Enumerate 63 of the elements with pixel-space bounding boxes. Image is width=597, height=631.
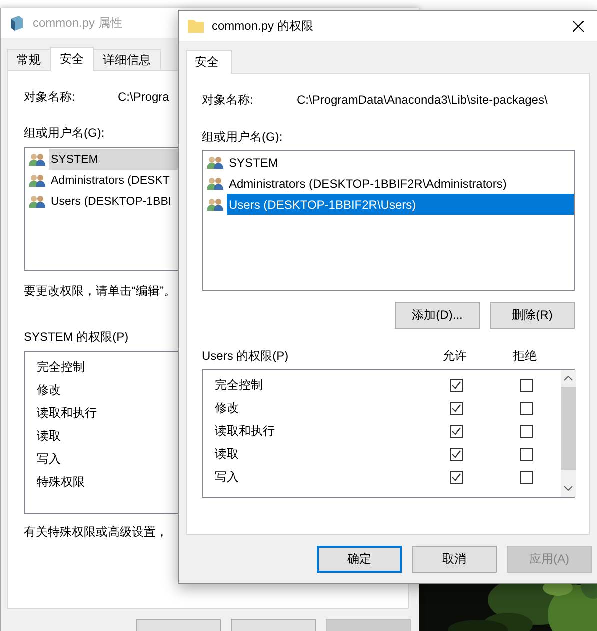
permission-name: 读取 (215, 446, 240, 463)
checkbox[interactable] (520, 402, 532, 415)
hint-text: 有关特殊权限或高级设置， (24, 524, 168, 540)
users-icon (207, 156, 224, 170)
dialog-button[interactable]: 取消 (412, 546, 497, 573)
list-item[interactable]: Users (DESKTOP-1BBIF2R\Users) (227, 194, 574, 215)
column-header: 允许 (443, 348, 467, 365)
checkbox[interactable] (520, 379, 532, 392)
list-item[interactable]: SYSTEM (49, 149, 180, 170)
dialog-button[interactable]: 确定 (317, 546, 402, 573)
checkbox[interactable] (520, 425, 532, 438)
permission-name: 修改 (215, 400, 240, 417)
window-title: common.py 属性 (33, 14, 122, 32)
checkbox[interactable] (450, 471, 462, 484)
close-icon (572, 20, 584, 32)
list-item[interactable]: Administrators (DESKT (49, 170, 180, 191)
users-icon (29, 194, 46, 208)
field-label: 对象名称: (24, 88, 76, 106)
list-button[interactable]: 添加(D)... (395, 302, 480, 329)
tab[interactable]: 详细信息 (93, 49, 161, 70)
users-icon (29, 174, 46, 188)
column-header: 拒绝 (513, 348, 537, 365)
tab[interactable]: 安全 (50, 47, 94, 71)
scroll-down-icon[interactable] (564, 486, 573, 491)
file-icon (9, 15, 25, 31)
permission-name: 修改 (37, 382, 61, 399)
permission-name: 写入 (37, 451, 61, 468)
field-label: 组或用户名(G): (24, 124, 105, 142)
folder-icon (188, 19, 204, 33)
list-item[interactable]: Users (DESKTOP-1BBI (49, 191, 180, 212)
scroll-up-icon[interactable] (564, 376, 573, 381)
tab[interactable]: 安全 (186, 50, 232, 74)
checkbox[interactable] (520, 448, 532, 461)
user-list[interactable]: SYSTEM Administrators (DESKT Users (DESKTOP-1BBI (24, 147, 181, 271)
users-icon (207, 176, 224, 190)
users-icon (207, 198, 224, 212)
users-icon (29, 152, 46, 166)
list-item[interactable]: SYSTEM (227, 152, 574, 173)
checkbox[interactable] (450, 379, 462, 392)
permission-name: 读取和执行 (37, 405, 97, 422)
field-label: 组或用户名(G): (202, 128, 283, 146)
checkbox[interactable] (450, 448, 462, 461)
field-label: Users 的权限(P) (202, 348, 289, 365)
permission-name: 写入 (215, 469, 240, 486)
permission-name: 完全控制 (215, 377, 264, 394)
permission-name: 完全控制 (37, 359, 85, 376)
user-list[interactable]: SYSTEM Administrators (DESKTOP-1BBIF2R\Administrators) Users (DESKTOP-1BBIF2R\Users) (202, 150, 575, 291)
checkbox[interactable] (450, 425, 462, 438)
permission-name: 特殊权限 (37, 474, 85, 491)
permission-name: 读取和执行 (215, 423, 276, 440)
checkbox[interactable] (450, 402, 462, 415)
object-path: C:\ProgramData\Anaconda3\Lib\site-packages\ (297, 93, 548, 107)
object-path: C:\Progra (118, 90, 170, 104)
hint-text: 要更改权限，请单击“编辑”。 (24, 282, 176, 300)
field-label: SYSTEM 的权限(P) (24, 328, 129, 346)
permission-name: 读取 (37, 428, 61, 445)
list-item[interactable]: Administrators (DESKTOP-1BBIF2R\Administrators) (227, 173, 574, 194)
field-label: 对象名称: (202, 92, 254, 108)
scrollbar[interactable] (561, 370, 576, 497)
list-button[interactable]: 删除(R) (490, 302, 575, 329)
window-title: common.py 的权限 (212, 18, 314, 34)
tab[interactable]: 常规 (7, 49, 51, 70)
checkbox[interactable] (520, 471, 532, 484)
